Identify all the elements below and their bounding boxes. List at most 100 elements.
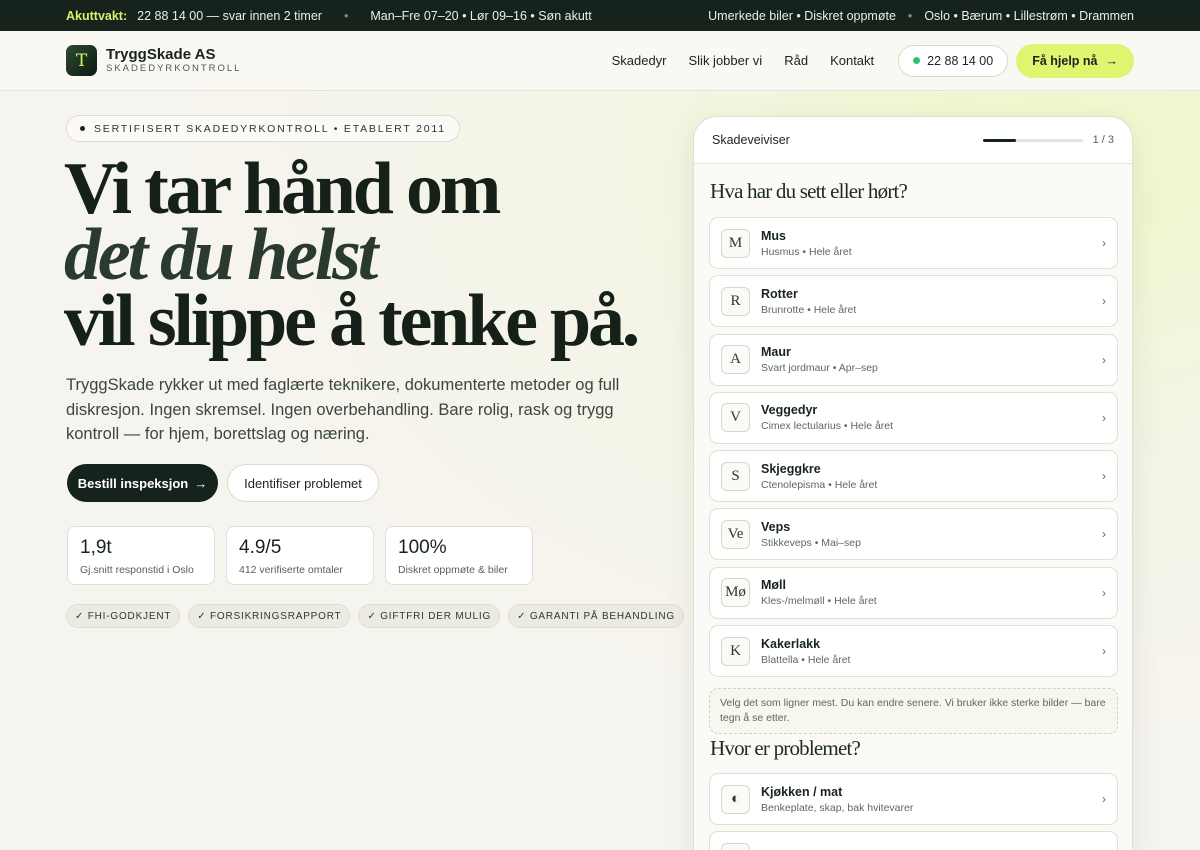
hero-lead: TryggSkade rykker ut med faglærte teknik…: [66, 376, 620, 443]
option-letter-icon: R: [721, 286, 750, 316]
location-option[interactable]: ◑Soverom / seng›: [709, 831, 1118, 850]
option-text: Veggedyr Cimex lectularius • Hele året: [761, 403, 893, 432]
chevron-right-icon: ›: [1102, 469, 1106, 484]
chevron-right-icon: ›: [1102, 527, 1106, 542]
separator-dot: •: [907, 8, 913, 23]
nav-link-rad[interactable]: Råd: [784, 53, 808, 68]
option-text: Skjeggkre Ctenolepisma • Hele året: [761, 462, 877, 491]
pest-option[interactable]: M Mus Husmus • Hele året ›: [709, 217, 1118, 269]
get-help-label: Få hjelp nå: [1032, 53, 1098, 68]
book-inspection-label: Bestill inspeksjon: [77, 475, 189, 491]
pest-option[interactable]: K Kakerlakk Blattella • Hele året ›: [709, 625, 1118, 678]
stat-value: 100%: [398, 537, 447, 558]
wizard-question-1: Hva har du sett eller hørt?: [710, 179, 908, 203]
arrow-right-icon: →: [1105, 53, 1119, 68]
option-letter-icon: ◐: [721, 784, 750, 814]
option-subtitle: Svart jordmaur • Apr–sep: [761, 362, 878, 375]
option-text: Maur Svart jordmaur • Apr–sep: [761, 345, 878, 374]
pest-option[interactable]: S Skjeggkre Ctenolepisma • Hele året ›: [709, 450, 1118, 503]
pest-option[interactable]: Mø Møll Kles-/melmøll • Hele året ›: [709, 566, 1118, 619]
headline-line-3: vil slippe å tenke på.: [64, 280, 640, 362]
pest-option[interactable]: R Rotter Brunrotte • Hele året ›: [709, 275, 1118, 328]
option-text: Veps Stikkeveps • Mai–sep: [761, 520, 861, 549]
stat-label: 412 verifiserte omtaler: [239, 564, 343, 576]
chip-insurance-report: ✓ FORSIKRINGSRAPPORT: [188, 604, 351, 628]
phone-button[interactable]: 22 88 14 00: [898, 44, 1009, 77]
chip-fhi: ✓ FHI-GODKJENT: [66, 604, 181, 628]
option-letter-icon: A: [721, 345, 750, 375]
stat-label: Gj.snitt responstid i Oslo: [80, 564, 194, 576]
service-areas: Oslo • Bærum • Lillestrøm • Drammen: [924, 8, 1134, 23]
wizard-progress-fill: [982, 138, 1016, 142]
stat-value: 1,9t: [80, 537, 112, 558]
pest-option[interactable]: Ve Veps Stikkeveps • Mai–sep ›: [709, 508, 1118, 561]
option-letter-icon: Mø: [721, 578, 750, 608]
wizard-note: Velg det som ligner mest. Du kan endre s…: [709, 688, 1118, 734]
chevron-right-icon: ›: [1102, 792, 1106, 806]
option-title: Veps: [761, 519, 791, 534]
arrow-right-icon: →: [194, 475, 208, 491]
option-title: Kakerlakk: [761, 636, 821, 651]
wizard-progress-bar: [982, 138, 1083, 142]
location-option[interactable]: ◐ Kjøkken / mat Benkeplate, skap, bak hvit…: [709, 773, 1118, 825]
option-letter-icon: S: [721, 461, 750, 491]
wizard-title: Skadeveiviser: [712, 133, 790, 147]
chevron-right-icon: ›: [1102, 644, 1106, 659]
wizard-header: Skadeveiviser 1 / 3: [694, 117, 1132, 164]
identify-problem-button[interactable]: Identifiser problemet: [227, 464, 379, 502]
headline-line-1: Vi tar hånd om: [64, 148, 501, 230]
chevron-right-icon: ›: [1102, 410, 1106, 425]
option-subtitle: Stikkeveps • Mai–sep: [761, 536, 861, 549]
option-letter-icon: Ve: [721, 519, 750, 549]
logo-icon[interactable]: T: [66, 45, 97, 76]
chevron-right-icon: ›: [1102, 236, 1106, 250]
badge-text: SERTIFISERT SKADEDYRKONTROLL • ETABLERT …: [94, 122, 446, 135]
stat-value: 4.9/5: [239, 537, 282, 558]
chevron-right-icon: ›: [1102, 294, 1106, 309]
brand[interactable]: TryggSkade AS SKADEDYRKONTROLL: [106, 47, 241, 74]
opening-hours: Man–Fre 07–20 • Lør 09–16 • Søn akutt: [370, 8, 592, 23]
option-subtitle: Husmus • Hele året: [761, 245, 852, 258]
get-help-button[interactable]: Få hjelp nå →: [1016, 43, 1134, 78]
option-text: Rotter Brunrotte • Hele året: [761, 287, 856, 316]
nav-link-slik-jobber-vi[interactable]: Slik jobber vi: [689, 53, 763, 68]
emergency-label: Akuttvakt:: [66, 8, 128, 23]
stat-rating: 4.9/5 412 verifiserte omtaler: [226, 526, 374, 585]
top-info-bar: Akuttvakt: 22 88 14 00 — svar innen 2 ti…: [0, 0, 1200, 31]
chevron-right-icon: ›: [1102, 585, 1106, 600]
brand-tagline: SKADEDYRKONTROLL: [106, 63, 242, 75]
pest-wizard-panel: Skadeveiviser 1 / 3 Hva har du sett elle…: [693, 116, 1133, 850]
option-letter-icon: V: [721, 403, 750, 433]
emergency-phone-text[interactable]: 22 88 14 00 — svar innen 2 timer: [137, 9, 322, 23]
stat-discreet: 100% Diskret oppmøte & biler: [385, 526, 533, 585]
option-title: Kjøkken / mat: [761, 784, 843, 799]
hero-headline: Vi tar hånd om det du helst vil slippe å…: [64, 148, 664, 362]
brand-name: TryggSkade AS: [106, 46, 216, 64]
chevron-right-icon: ›: [1102, 352, 1106, 367]
phone-number: 22 88 14 00: [927, 53, 994, 68]
chip-poison-free: ✓ GIFTFRI DER MULIG: [358, 604, 501, 628]
option-subtitle: Cimex lectularius • Hele året: [761, 420, 894, 433]
option-text: Mus Husmus • Hele året: [761, 229, 852, 258]
nav-link-skadedyr[interactable]: Skadedyr: [612, 53, 667, 68]
option-subtitle: Kles-/melmøll • Hele året: [761, 595, 877, 608]
pest-options-list: M Mus Husmus • Hele året › R Rotter Brunrotte …: [709, 217, 1118, 683]
certification-badge: SERTIFISERT SKADEDYRKONTROLL • ETABLERT …: [66, 115, 460, 142]
option-title: Mus: [761, 228, 786, 243]
book-inspection-button[interactable]: Bestill inspeksjon →: [67, 464, 218, 502]
wizard-step-counter: 1 / 3: [1092, 134, 1114, 146]
option-text: Kakerlakk Blattella • Hele året: [761, 637, 850, 666]
headline-line-2: det du helst: [64, 214, 378, 296]
site-header: T TryggSkade AS SKADEDYRKONTROLL Skadedy…: [0, 31, 1200, 91]
option-title: Møll: [761, 578, 786, 593]
option-title: Veggedyr: [761, 403, 818, 418]
option-title: Rotter: [761, 286, 798, 301]
option-subtitle: Ctenolepisma • Hele året: [761, 478, 878, 491]
trust-chips: ✓ FHI-GODKJENT ✓ FORSIKRINGSRAPPORT ✓ GI…: [66, 604, 684, 628]
badge-dot-icon: [80, 126, 85, 131]
pest-option[interactable]: V Veggedyr Cimex lectularius • Hele året ›: [709, 391, 1118, 444]
location-options-list: ◐ Kjøkken / mat Benkeplate, skap, bak hvit…: [709, 773, 1118, 850]
main-nav: Skadedyr Slik jobber vi Råd Kontakt: [612, 53, 875, 68]
nav-link-kontakt[interactable]: Kontakt: [830, 53, 874, 68]
pest-option[interactable]: A Maur Svart jordmaur • Apr–sep ›: [709, 333, 1118, 386]
